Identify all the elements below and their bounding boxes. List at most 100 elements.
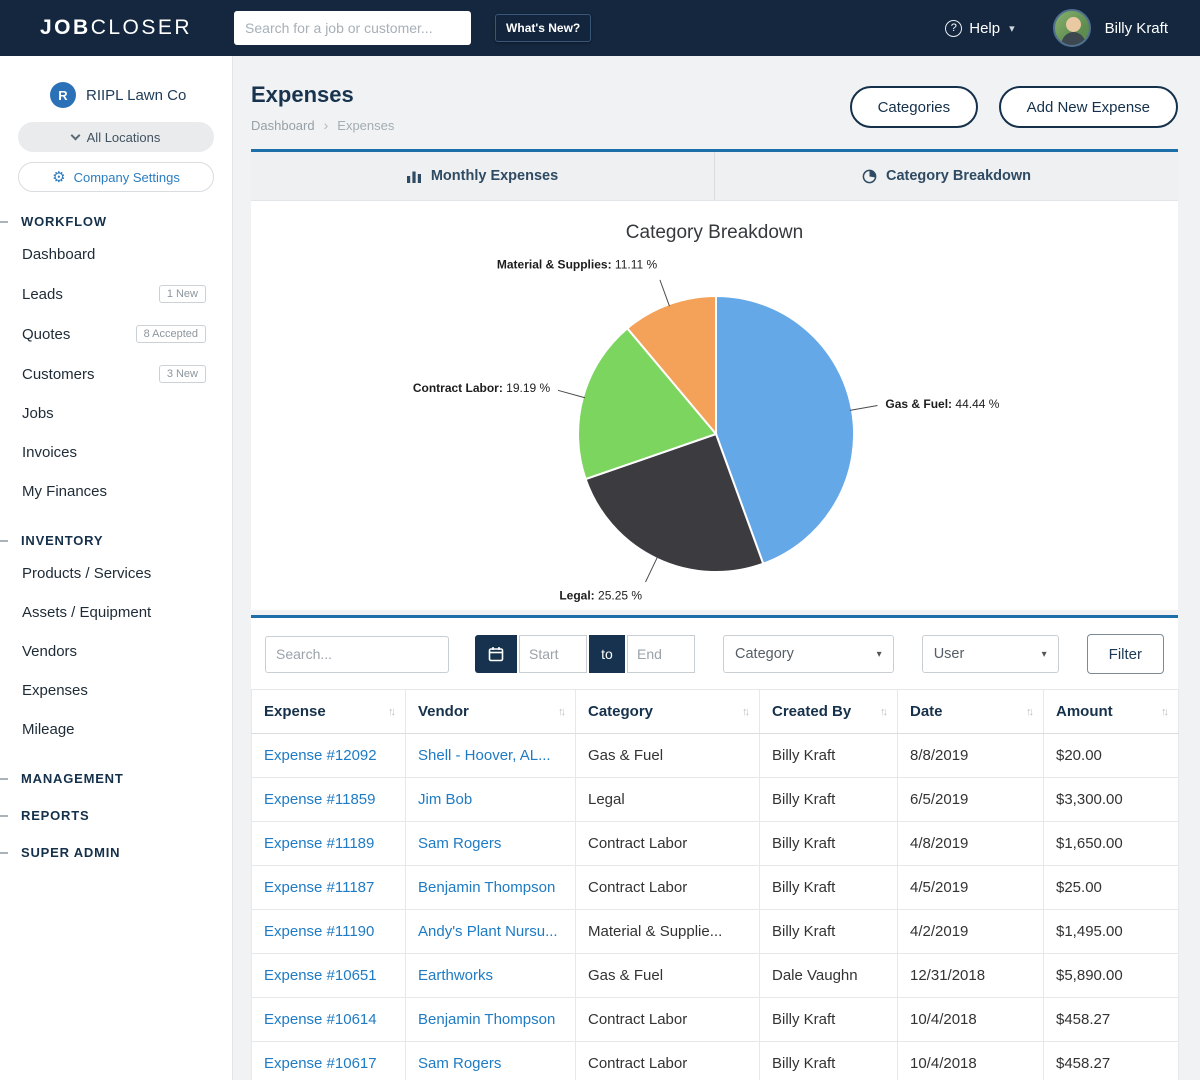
sort-icon[interactable]: ↑↓	[1026, 706, 1031, 718]
cell: Billy Kraft	[760, 1042, 898, 1080]
category-select[interactable]: Category ▾	[723, 635, 894, 673]
cell: Dale Vaughn	[760, 954, 898, 998]
column-header-date[interactable]: Date ↑↓	[898, 690, 1044, 734]
vendor-link[interactable]: Earthworks	[418, 967, 493, 984]
vendor-link[interactable]: Shell - Hoover, AL...	[418, 747, 551, 764]
cell: $3,300.00	[1044, 778, 1179, 822]
sidebar-item-assets-equipment[interactable]: Assets / Equipment	[0, 593, 232, 632]
tab-category-breakdown[interactable]: Category Breakdown	[714, 152, 1178, 200]
vendor-link[interactable]: Benjamin Thompson	[418, 879, 555, 896]
tab-monthly-expenses[interactable]: Monthly Expenses	[251, 152, 714, 200]
pie-label-legal: Legal: 25.25 %	[559, 588, 642, 602]
global-search-input[interactable]	[234, 11, 471, 45]
expense-cell: Expense #10614	[252, 998, 406, 1042]
help-menu[interactable]: ? Help ▾	[945, 20, 1014, 37]
column-label: Date	[910, 703, 943, 720]
cell: Contract Labor	[576, 866, 760, 910]
cell: $1,650.00	[1044, 822, 1179, 866]
calendar-button[interactable]	[475, 635, 517, 673]
user-select[interactable]: User ▾	[922, 635, 1059, 673]
column-header-expense[interactable]: Expense↑↓	[252, 690, 406, 734]
sidebar-item-vendors[interactable]: Vendors	[0, 632, 232, 671]
cell: Gas & Fuel	[576, 734, 760, 778]
sidebar-item-products-services[interactable]: Products / Services	[0, 554, 232, 593]
expense-link[interactable]: Expense #10617	[264, 1055, 377, 1072]
user-avatar[interactable]	[1053, 9, 1091, 47]
company-logo: R	[50, 82, 76, 108]
help-label: Help	[969, 20, 1000, 37]
sidebar-item-quotes[interactable]: Quotes8 Accepted	[0, 314, 232, 354]
section-header-super-admin[interactable]: SUPER ADMIN	[0, 845, 232, 860]
expense-link[interactable]: Expense #11189	[264, 835, 374, 852]
section-header-management[interactable]: MANAGEMENT	[0, 771, 232, 786]
expense-link[interactable]: Expense #11187	[264, 879, 374, 896]
cell: Contract Labor	[576, 822, 760, 866]
section-header-inventory[interactable]: INVENTORY	[0, 533, 232, 548]
expenses-table: Expense↑↓Vendor↑↓Category↑↓Created By↑↓D…	[251, 689, 1179, 1080]
vendor-link[interactable]: Jim Bob	[418, 791, 472, 808]
company-settings-button[interactable]: ⚙ Company Settings	[18, 162, 214, 192]
table-row: Expense #11187 Benjamin Thompson Contract …	[252, 866, 1179, 910]
cell: 4/5/2019	[898, 866, 1044, 910]
breadcrumb-dashboard[interactable]: Dashboard	[251, 118, 315, 133]
vendor-link[interactable]: Andy's Plant Nursu...	[418, 923, 558, 940]
cell: 6/5/2019	[898, 778, 1044, 822]
sidebar-item-customers[interactable]: Customers3 New	[0, 354, 232, 394]
sort-icon[interactable]: ↑↓	[880, 706, 885, 718]
expense-link[interactable]: Expense #11190	[264, 923, 374, 940]
add-new-expense-button[interactable]: Add New Expense	[999, 86, 1178, 128]
gear-icon: ⚙	[52, 170, 65, 185]
section-header-reports[interactable]: REPORTS	[0, 808, 232, 823]
app-logo[interactable]: JOBCLOSER	[40, 16, 192, 40]
chevron-right-icon: ›	[324, 117, 329, 133]
column-header-category[interactable]: Category↑↓	[576, 690, 760, 734]
sidebar-item-dashboard[interactable]: Dashboard	[0, 235, 232, 274]
categories-button[interactable]: Categories	[850, 86, 979, 128]
sidebar-item-label: Products / Services	[22, 565, 151, 582]
column-header-created-by[interactable]: Created By↑↓	[760, 690, 898, 734]
table-search-input[interactable]	[265, 636, 449, 673]
expense-link[interactable]: Expense #10651	[264, 967, 377, 984]
sidebar-item-label: Invoices	[22, 444, 77, 461]
sidebar-item-leads[interactable]: Leads1 New	[0, 274, 232, 314]
sidebar-item-expenses[interactable]: Expenses	[0, 671, 232, 710]
chevron-down-icon: ▾	[1009, 22, 1015, 35]
sort-icon[interactable]: ↑↓	[558, 706, 563, 718]
column-header-vendor[interactable]: Vendor↑↓	[406, 690, 576, 734]
sort-icon[interactable]: ↑↓	[388, 706, 393, 718]
cell: $25.00	[1044, 866, 1179, 910]
expense-link[interactable]: Expense #12092	[264, 747, 377, 764]
sidebar-section: SUPER ADMIN	[0, 845, 232, 860]
expense-link[interactable]: Expense #11859	[264, 791, 375, 808]
vendor-link[interactable]: Sam Rogers	[418, 835, 501, 852]
vendor-cell: Sam Rogers	[406, 1042, 576, 1080]
start-date-input[interactable]	[519, 635, 587, 673]
expense-link[interactable]: Expense #10614	[264, 1011, 377, 1028]
whats-new-button[interactable]: What's New?	[495, 14, 591, 42]
sort-icon[interactable]: ↑↓	[742, 706, 747, 718]
sidebar-item-my-finances[interactable]: My Finances	[0, 472, 232, 511]
vendor-link[interactable]: Sam Rogers	[418, 1055, 501, 1072]
column-header-amount[interactable]: Amount↑↓	[1044, 690, 1179, 734]
company-selector[interactable]: R RIIPL Lawn Co	[50, 82, 232, 108]
sidebar-item-jobs[interactable]: Jobs	[0, 394, 232, 433]
cell: 10/4/2018	[898, 998, 1044, 1042]
locations-dropdown[interactable]: All Locations	[18, 122, 214, 152]
sidebar-section: INVENTORY Products / Services Assets / Equ…	[0, 533, 232, 749]
expense-cell: Expense #11190	[252, 910, 406, 954]
sidebar-item-invoices[interactable]: Invoices	[0, 433, 232, 472]
user-name: Billy Kraft	[1105, 20, 1168, 37]
vendor-link[interactable]: Benjamin Thompson	[418, 1011, 555, 1028]
sidebar-item-label: Dashboard	[22, 246, 95, 263]
sidebar-item-mileage[interactable]: Mileage	[0, 710, 232, 749]
filter-button[interactable]: Filter	[1087, 634, 1164, 674]
expense-cell: Expense #11187	[252, 866, 406, 910]
section-header-workflow[interactable]: WORKFLOW	[0, 214, 232, 229]
logo-text-bold: JOB	[40, 16, 91, 39]
sort-icon[interactable]: ↑↓	[1161, 706, 1166, 718]
cell: Legal	[576, 778, 760, 822]
end-date-input[interactable]	[627, 635, 695, 673]
date-range-to-label: to	[589, 635, 625, 673]
chart-tab-bar: Monthly Expenses Category Breakdown	[251, 152, 1178, 201]
cell: 8/8/2019	[898, 734, 1044, 778]
